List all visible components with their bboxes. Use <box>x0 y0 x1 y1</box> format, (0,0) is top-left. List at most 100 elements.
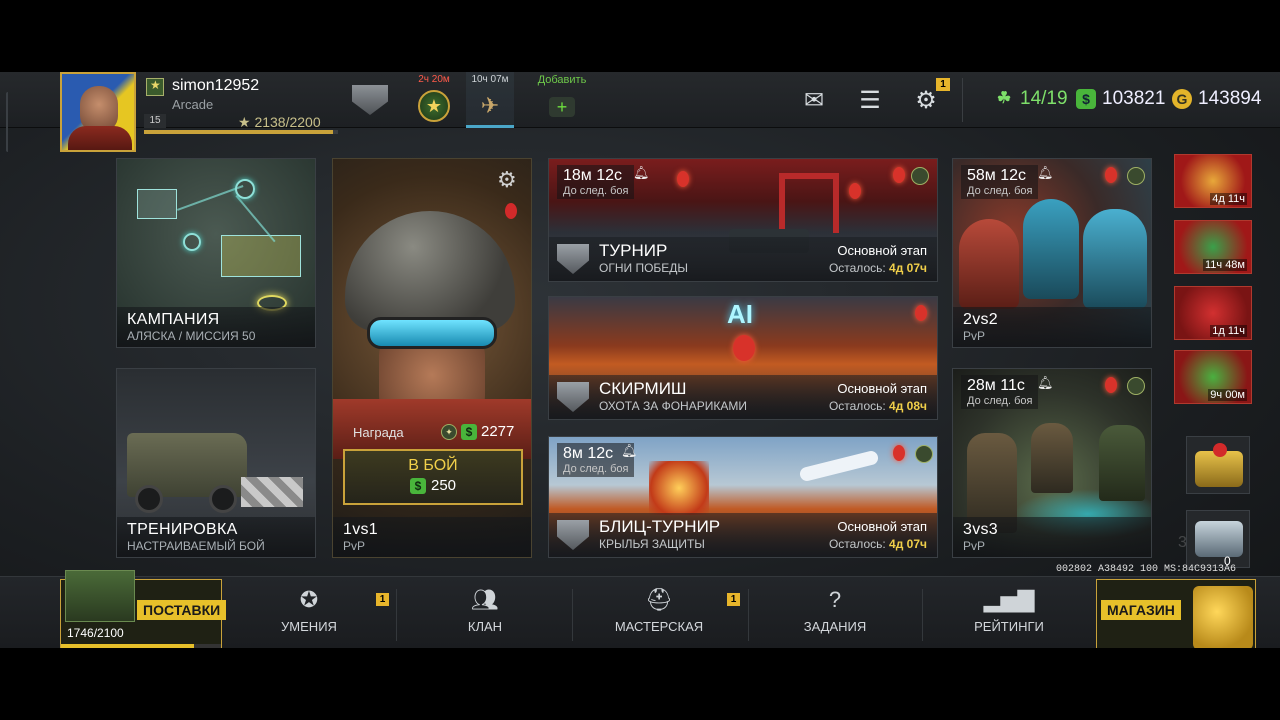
dollar-icon: $ <box>1076 89 1096 109</box>
gold-counter[interactable]: G 143894 <box>1172 88 1261 110</box>
blitz-remaining-value: 4д 07ч <box>889 537 927 551</box>
emblem-icon <box>1127 167 1145 185</box>
tournament-stage: Основной этап <box>837 243 927 258</box>
nav-tasks[interactable]: ? ЗАДАНИЯ <box>780 587 890 634</box>
settings-badge: 1 <box>936 78 950 91</box>
map-node <box>235 179 255 199</box>
tournament-title: ТУРНИР <box>599 241 668 260</box>
bell-icon[interactable]: 🔔︎ <box>1037 375 1054 391</box>
pvp-2vs2-card[interactable]: 58м 12с До след. боя 🔔︎ 2vs2 PvP <box>952 158 1152 348</box>
offer-gifts-timer: 11ч 48м <box>1202 259 1247 271</box>
campaign-sub: АЛЯСКА / МИССИЯ 50 <box>127 329 256 343</box>
chat-icon[interactable]: ☰ <box>856 88 884 114</box>
offer-lantern[interactable]: 1д 11ч <box>1174 286 1252 340</box>
clan-people-icon: 👥︎ <box>471 587 499 612</box>
reward-label: Награда <box>353 425 404 440</box>
tournament-sub: ОГНИ ПОБЕДЫ <box>599 261 689 275</box>
mech-soldier-image <box>959 219 1019 309</box>
envelope-icon[interactable]: ✉ <box>800 88 828 114</box>
player-name[interactable]: simon12952 <box>172 77 259 95</box>
reward-amount: 2277 <box>481 423 515 440</box>
truck-wheel <box>209 485 237 513</box>
nav-tasks-label: ЗАДАНИЯ <box>803 619 867 634</box>
pvp-1vs1-title: 1vs1 <box>343 521 378 538</box>
mech-soldier-image <box>1083 209 1147 309</box>
nav-workshop-label: МАСТЕРСКАЯ <box>614 619 704 634</box>
pvp-2vs2-timer-sub: До след. боя <box>967 185 1033 197</box>
soldier-helmet-image <box>345 211 515 331</box>
bell-icon[interactable]: 🔔︎ <box>621 443 638 459</box>
rank-icon <box>146 78 164 96</box>
truck-wheel <box>135 485 163 513</box>
offer-gifts[interactable]: 11ч 48м <box>1174 220 1252 274</box>
nav-skills[interactable]: ✪ УМЕНИЯ <box>254 587 364 634</box>
bar-chart-icon: ▂▅▇ <box>983 587 1035 612</box>
clan-emblem-button[interactable] <box>340 72 400 128</box>
pvp-2vs2-sub: PvP <box>963 329 986 343</box>
player-avatar[interactable] <box>60 72 136 152</box>
player-mode: Arcade <box>172 97 214 112</box>
nav-clan[interactable]: 👥︎ КЛАН <box>430 587 540 634</box>
emblem-icon <box>911 167 929 185</box>
blitz-timer-value: 8м 12с <box>563 445 614 462</box>
gear-icon[interactable]: ⚙ <box>912 88 940 114</box>
map-panel <box>221 235 301 277</box>
supply-crate-icon <box>65 570 135 622</box>
shop-label: МАГАЗИН <box>1101 600 1181 620</box>
gold-coins-icon <box>1193 586 1253 648</box>
nav-ratings-label: РЕЙТИНГИ <box>974 619 1044 634</box>
lantern-icon <box>849 183 861 199</box>
blitz-sub: КРЫЛЬЯ ЗАЩИТЫ <box>599 537 705 551</box>
nav-ratings[interactable]: ▂▅▇ РЕЙТИНГИ <box>954 587 1064 634</box>
gear-icon[interactable]: ⚙ <box>497 167 517 193</box>
lantern-icon <box>733 335 755 361</box>
bell-icon[interactable]: 🔔︎ <box>1037 165 1054 181</box>
to-battle-button[interactable]: В БОЙ $ 250 <box>343 449 523 505</box>
cash-counter[interactable]: $ 103821 <box>1076 88 1165 110</box>
pvp-2vs2-title: 2vs2 <box>963 311 998 328</box>
shop-button[interactable]: МАГАЗИН <box>1096 579 1256 648</box>
silver-chest-icon[interactable] <box>1186 510 1250 568</box>
offer-vehicle-timer: 9ч 00м <box>1208 389 1247 401</box>
training-footer: ТРЕНИРОВКА НАСТРАИВАЕМЫЙ БОЙ <box>117 517 315 557</box>
supply-button[interactable]: ПОСТАВКИ 1746/2100 <box>60 570 227 648</box>
pvp-1vs1-card[interactable]: ⚙ Награда ✦ $ 2277 В БОЙ $ 250 1vs1 PvP <box>332 158 532 558</box>
plus-icon: + <box>549 97 575 117</box>
tournament-timer-sub: До след. боя <box>563 185 629 197</box>
add-button[interactable]: Добавить + <box>530 72 594 128</box>
offer-horse-timer: 4д 11ч <box>1210 193 1247 205</box>
event-badge-button[interactable]: 2ч 20м ★ <box>408 72 460 128</box>
campaign-card[interactable]: КАМПАНИЯ АЛЯСКА / МИССИЯ 50 <box>116 158 316 348</box>
gold-value: 143894 <box>1198 88 1262 109</box>
skirmish-card[interactable]: AI СКИРМИШ ОХОТА ЗА ФОНАРИКАМИ Основной … <box>548 296 938 420</box>
barrier-image <box>241 477 303 507</box>
pvp-3vs3-card[interactable]: 28м 11с До след. боя 🔔︎ 3vs3 PvP <box>952 368 1152 558</box>
player-xp-value: 2138/2200 <box>254 114 321 130</box>
tournament-card[interactable]: 18м 12с До след. боя 🔔︎ ТУРНИР ОГНИ ПОБЕ… <box>548 158 938 282</box>
bell-icon[interactable]: 🔔︎ <box>633 165 650 181</box>
gold-chest-icon[interactable] <box>1186 436 1250 494</box>
dollar-icon: $ <box>461 423 477 440</box>
event-plane-button[interactable]: 10ч 07м ✈ <box>466 72 514 128</box>
pvp-3vs3-timer-value: 28м 11с <box>967 377 1025 394</box>
xp-bar <box>144 130 338 134</box>
skirmish-footer: СКИРМИШ ОХОТА ЗА ФОНАРИКАМИ Основной эта… <box>549 375 937 419</box>
pvp-2vs2-footer: 2vs2 PvP <box>953 307 1151 347</box>
mech-soldier-image <box>1023 199 1079 299</box>
offer-horse[interactable]: 4д 11ч <box>1174 154 1252 208</box>
officer-image <box>1099 425 1145 501</box>
offer-vehicle[interactable]: 9ч 00м <box>1174 350 1252 404</box>
tournament-timer-value: 18м 12с <box>563 167 623 184</box>
ai-sign-image: AI <box>727 299 753 329</box>
fuel-counter[interactable]: ☘ 14/19 <box>994 88 1068 110</box>
lantern-icon <box>505 203 517 219</box>
blitz-title: БЛИЦ-ТУРНИР <box>599 517 721 536</box>
lantern-icon <box>1105 377 1117 393</box>
blitz-tournament-card[interactable]: 8м 12с До след. боя 🔔︎ БЛИЦ-ТУРНИР КРЫЛЬ… <box>548 436 938 558</box>
player-level: 15 <box>144 114 166 128</box>
pvp-3vs3-footer: 3vs3 PvP <box>953 517 1151 557</box>
campaign-footer: КАМПАНИЯ АЛЯСКА / МИССИЯ 50 <box>117 307 315 347</box>
game-screen: simon12952 Arcade 15 ★ 2138/2200 2ч 20м … <box>0 72 1280 648</box>
training-card[interactable]: ТРЕНИРОВКА НАСТРАИВАЕМЫЙ БОЙ <box>116 368 316 558</box>
nav-workshop[interactable]: ⛑︎ МАСТЕРСКАЯ <box>604 587 714 634</box>
